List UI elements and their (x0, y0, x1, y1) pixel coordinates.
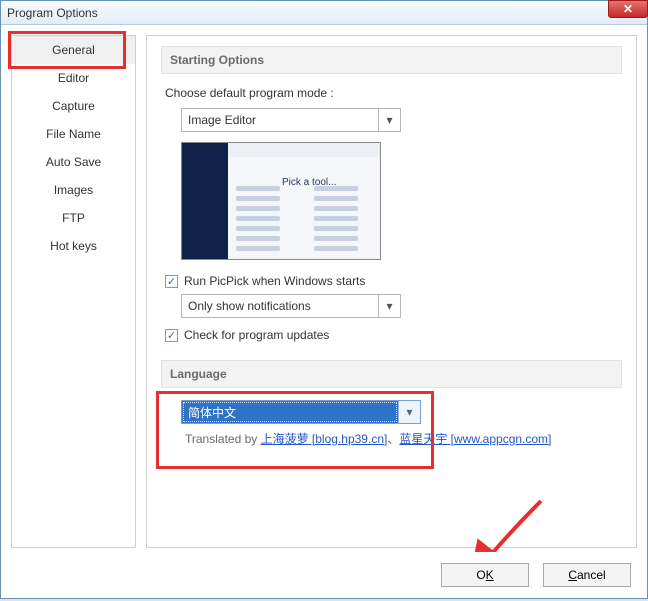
group-starting-options: Starting Options (161, 46, 622, 74)
startup-behavior-value: Only show notifications (182, 299, 378, 313)
program-mode-select[interactable]: Image Editor ▾ (181, 108, 401, 132)
program-options-window: Program Options ✕ General Editor Capture… (0, 0, 648, 599)
checkbox-updates[interactable]: ✓ (165, 329, 178, 342)
checkbox-run-on-start[interactable]: ✓ (165, 275, 178, 288)
sidebar-item-ftp[interactable]: FTP (12, 204, 135, 232)
ok-button[interactable]: OK (441, 563, 529, 587)
translated-by-line: Translated by 上海菠萝 [blog.hp39.cn]、蓝星天宇 [… (185, 430, 622, 447)
sidebar-item-images[interactable]: Images (12, 176, 135, 204)
cancel-button[interactable]: Cancel (543, 563, 631, 587)
chevron-down-icon: ▾ (378, 295, 400, 317)
label-choose-mode: Choose default program mode : (165, 86, 622, 100)
label-check-updates: Check for program updates (184, 328, 329, 342)
label-run-on-start: Run PicPick when Windows starts (184, 274, 365, 288)
window-body: General Editor Capture File Name Auto Sa… (1, 25, 647, 598)
close-icon: ✕ (623, 2, 633, 16)
options-sidebar: General Editor Capture File Name Auto Sa… (11, 35, 136, 548)
language-value: 简体中文 (182, 401, 398, 423)
translator-link-2[interactable]: 蓝星天宇 [www.appcgn.com] (399, 432, 551, 446)
dialog-footer: OK Cancel (1, 552, 647, 598)
close-button[interactable]: ✕ (608, 0, 648, 18)
checkbox-updates-row[interactable]: ✓ Check for program updates (165, 328, 622, 342)
sidebar-item-auto-save[interactable]: Auto Save (12, 148, 135, 176)
translator-link-1[interactable]: 上海菠萝 [blog.hp39.cn] (261, 432, 388, 446)
content-pane: Starting Options Choose default program … (146, 35, 637, 548)
sidebar-item-hot-keys[interactable]: Hot keys (12, 232, 135, 260)
group-language: Language (161, 360, 622, 388)
startup-behavior-select[interactable]: Only show notifications ▾ (181, 294, 401, 318)
chevron-down-icon: ▾ (378, 109, 400, 131)
window-title: Program Options (7, 6, 98, 20)
checkbox-run-on-start-row[interactable]: ✓ Run PicPick when Windows starts (165, 274, 622, 288)
sidebar-item-general[interactable]: General (12, 36, 135, 64)
titlebar: Program Options ✕ (1, 1, 647, 25)
program-mode-value: Image Editor (182, 113, 378, 127)
sidebar-item-file-name[interactable]: File Name (12, 120, 135, 148)
sidebar-item-capture[interactable]: Capture (12, 92, 135, 120)
sidebar-item-editor[interactable]: Editor (12, 64, 135, 92)
language-select[interactable]: 简体中文 ▾ (181, 400, 421, 424)
mode-preview-image: Pick a tool... (181, 142, 381, 260)
chevron-down-icon: ▾ (398, 401, 420, 423)
